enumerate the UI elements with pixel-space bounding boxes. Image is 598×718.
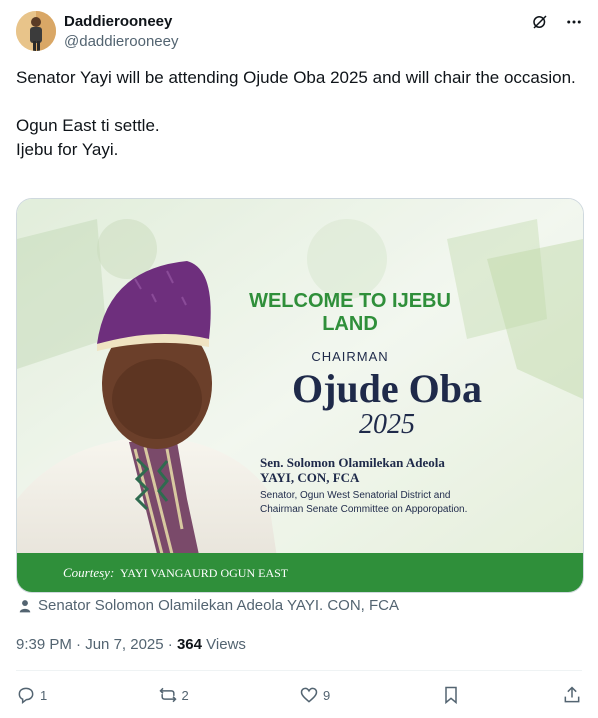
poster-courtesy-label: Courtesy: [63, 565, 114, 580]
share-button[interactable] [562, 685, 582, 705]
share-icon [564, 686, 580, 703]
reply-count: 1 [40, 687, 48, 703]
bookmark-icon [444, 686, 457, 705]
tagged-user[interactable]: Senator Solomon Olamilekan Adeola YAYI. … [18, 597, 399, 614]
poster-welcome-line2: LAND [322, 313, 378, 335]
like-button[interactable]: 9 [299, 685, 339, 705]
poster-courtesy-text: YAYI VANGAURD OGUN EAST [120, 566, 289, 580]
like-count: 9 [323, 687, 331, 703]
repost-count: 2 [181, 687, 189, 703]
avatar[interactable] [16, 11, 56, 51]
poster-event: Ojude Oba [292, 366, 482, 411]
tweet-image[interactable]: WELCOME TO IJEBU LAND CHAIRMAN Ojude Oba… [16, 198, 584, 593]
author-name[interactable]: Daddierooneey [64, 13, 172, 31]
meta-dot-2: · [167, 636, 173, 653]
poster-welcome-line1: WELCOME TO IJEBU [249, 290, 451, 312]
person-icon [19, 599, 31, 612]
meta-dot: · [76, 636, 82, 653]
repost-icon [158, 687, 177, 703]
poster-chairman: CHAIRMAN [311, 349, 388, 364]
poster-role-line2: Chairman Senate Committee on Apporopatio… [260, 504, 467, 515]
author-handle[interactable]: @daddierooneey [64, 33, 178, 51]
grok-icon[interactable] [530, 12, 550, 32]
tweet-meta: 9:39 PM · Jun 7, 2025 · 364 Views [16, 635, 246, 655]
tweet-date[interactable]: Jun 7, 2025 [85, 636, 163, 653]
bookmark-button[interactable] [441, 685, 461, 705]
more-icon[interactable] [564, 12, 584, 32]
poster-year: 2025 [359, 409, 415, 440]
tagged-user-name[interactable]: Senator Solomon Olamilekan Adeola YAYI. … [38, 597, 399, 614]
reply-button[interactable]: 1 [16, 685, 56, 705]
poster-role-line1: Senator, Ogun West Senatorial District a… [260, 490, 450, 501]
tweet-time[interactable]: 9:39 PM [16, 636, 72, 653]
poster-name-line1: Sen. Solomon Olamilekan Adeola [260, 455, 445, 470]
views-count: 364 [176, 636, 202, 653]
divider [16, 670, 582, 671]
repost-button[interactable]: 2 [158, 685, 198, 705]
poster-name-line2: YAYI, CON, FCA [260, 470, 360, 485]
like-icon [300, 687, 318, 703]
tweet-text: Senator Yayi will be attending Ojude Oba… [16, 68, 576, 159]
reply-icon [18, 687, 34, 705]
views-label: Views [206, 636, 246, 653]
